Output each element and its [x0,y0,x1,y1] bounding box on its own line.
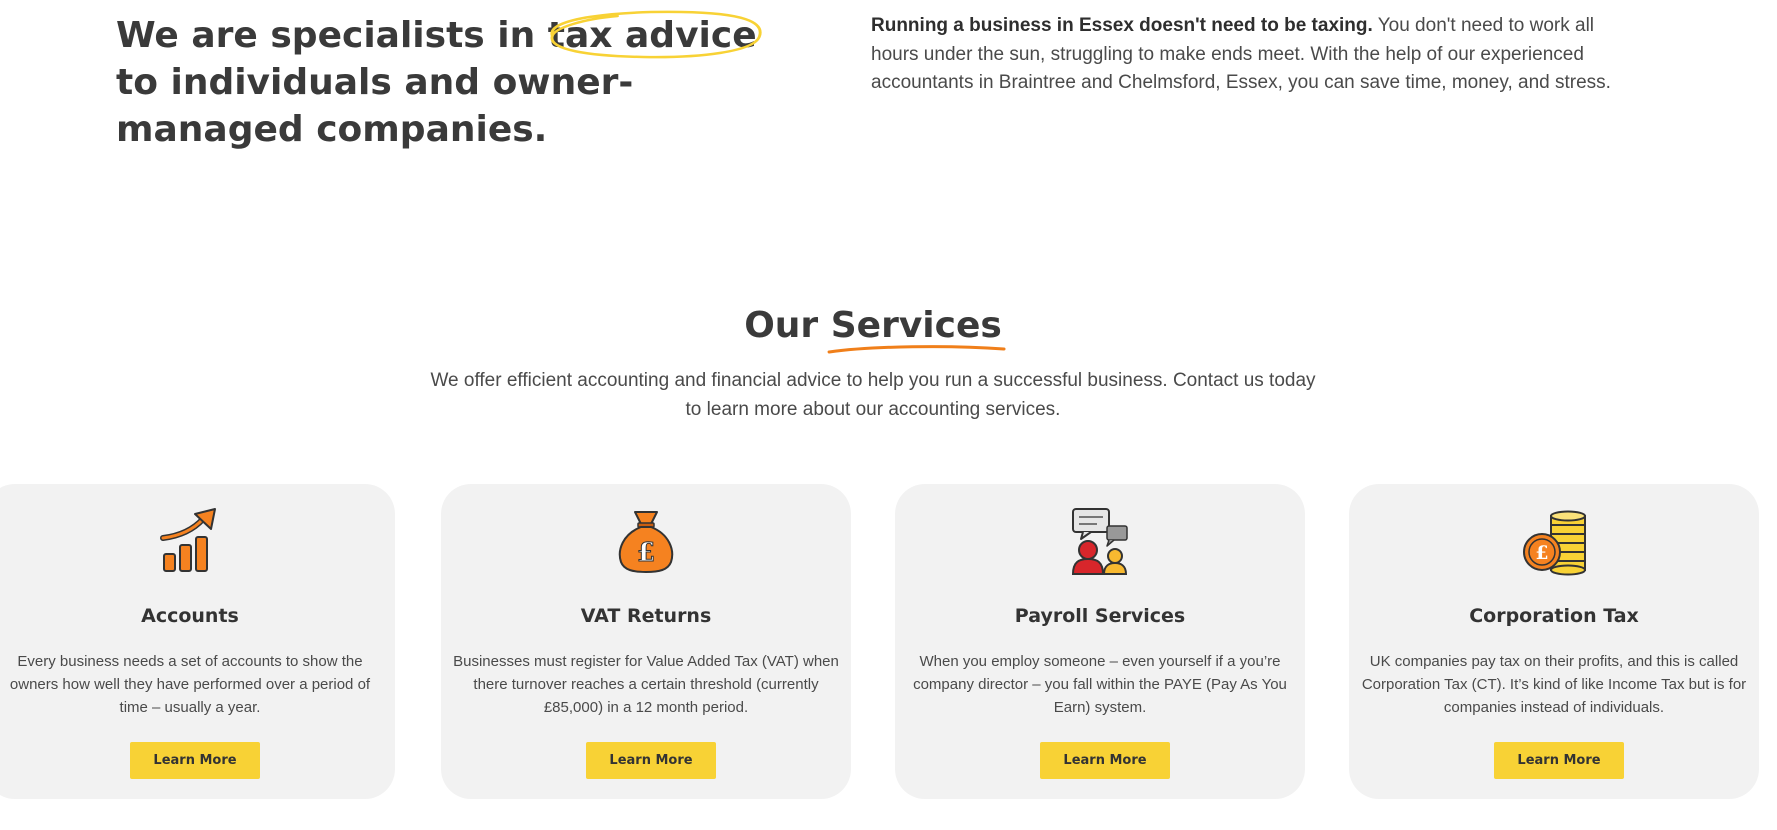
service-card-accounts: Accounts Every business needs a set of a… [0,484,395,799]
underlined-word: Services [827,302,1006,354]
card-title: Accounts [141,605,239,627]
card-description: UK companies pay tax on their profits, a… [1361,653,1747,716]
services-intro: We offer efficient accounting and financ… [430,370,1316,420]
hero-title-start: We are specialists in [116,15,548,56]
accounts-learn-more-button[interactable]: Learn More [130,742,260,779]
vat-returns-learn-more-button[interactable]: Learn More [586,742,716,779]
pound-glyph: £ [637,538,655,568]
services-heading: Our Services [0,302,1746,354]
service-card-vat-returns: £ VAT Returns Businesses must register f… [441,484,851,799]
hero-intro: Running a business in Essex doesn't need… [871,12,1631,98]
card-description: Businesses must register for Value Added… [453,653,839,716]
services-heading-plain: Our [744,305,831,346]
growth-chart-icon [160,508,216,572]
card-description: When you employ someone – even yourself … [913,653,1287,716]
card-title: VAT Returns [580,605,712,627]
card-description: Every business needs a set of accounts t… [9,653,371,716]
hero-title-end: to individuals and owner-managed compani… [116,62,634,150]
underlined-word-text: Services [830,305,1002,346]
hero-title: We are specialists in tax advice to indi… [116,10,776,153]
coin-stack-icon: £ [1523,510,1586,576]
hero-intro-bold: Running a business in Essex doesn't need… [871,15,1373,36]
people-chat-icon [1071,508,1128,575]
pound-glyph: £ [1535,542,1548,564]
service-card-payroll-services: Payroll Services When you employ someone… [895,484,1305,799]
service-card-corporation-tax: £ Corporation Tax UK companies pay tax o… [1349,484,1759,799]
highlighted-phrase-text: tax advice [547,15,757,56]
card-title: Payroll Services [1014,605,1186,627]
card-title: Corporation Tax [1469,605,1639,627]
payroll-services-learn-more-button[interactable]: Learn More [1040,742,1170,779]
money-bag-icon: £ [618,511,674,574]
corporation-tax-learn-more-button[interactable]: Learn More [1494,742,1624,779]
orange-underline-icon [827,345,1006,354]
highlighted-phrase: tax advice [547,10,762,59]
